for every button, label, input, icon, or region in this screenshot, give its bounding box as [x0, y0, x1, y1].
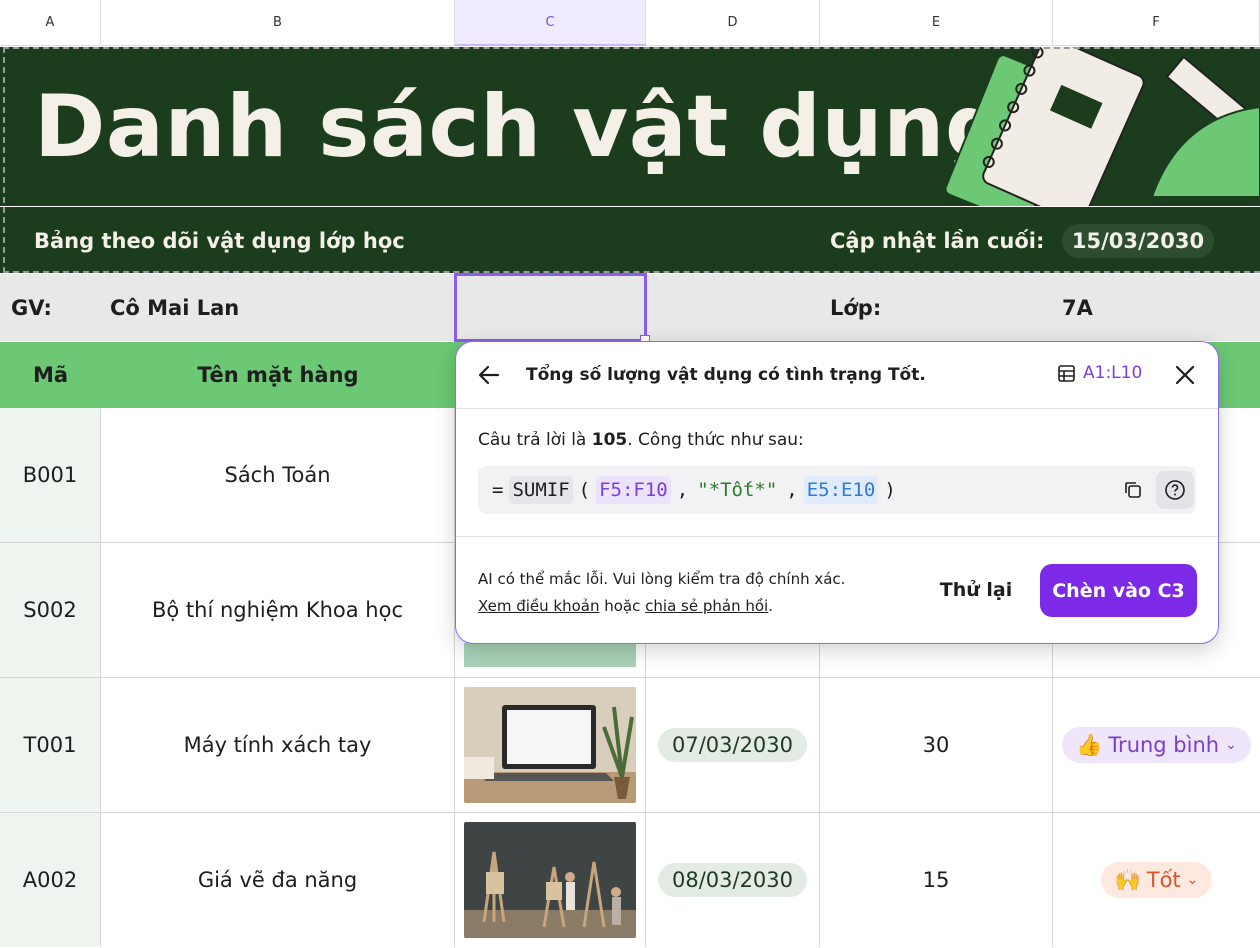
- cell-code[interactable]: T001: [0, 678, 101, 812]
- cell-code[interactable]: B001: [0, 408, 101, 542]
- raised-hands-icon: 🙌: [1114, 867, 1141, 892]
- teacher-name[interactable]: Cô Mai Lan: [110, 296, 239, 320]
- back-arrow-icon[interactable]: [476, 362, 502, 388]
- title-banner[interactable]: Danh sách vật dụng: [0, 47, 1260, 206]
- sheet-title: Danh sách vật dụng: [34, 77, 1007, 177]
- popover-divider: [456, 536, 1218, 537]
- chevron-down-icon: ⌄: [1186, 872, 1199, 888]
- formula-function: SUMIF: [509, 476, 573, 504]
- or-text: hoặc: [599, 597, 646, 615]
- status-label: Tốt: [1146, 868, 1181, 892]
- status-dropdown[interactable]: 👍 Trung bình ⌄: [1062, 727, 1251, 763]
- class-value[interactable]: 7A: [1062, 296, 1093, 320]
- cell-item-name[interactable]: Bộ thí nghiệm Khoa học: [101, 543, 455, 677]
- cell-code[interactable]: A002: [0, 813, 101, 947]
- chevron-down-icon: ⌄: [1225, 737, 1237, 753]
- cell-date[interactable]: 08/03/2030: [646, 813, 820, 947]
- thumbs-up-icon: 👍: [1076, 732, 1103, 757]
- help-circle-icon: [1165, 480, 1185, 500]
- cell-image[interactable]: [455, 678, 646, 812]
- selected-cell-c3[interactable]: [454, 273, 647, 342]
- formula-sum-range-arg: E5:E10: [803, 476, 879, 504]
- formula-comma: ,: [786, 479, 798, 501]
- header-code[interactable]: Mã: [0, 342, 101, 408]
- disclaimer-links: Xem điều khoản hoặc chia sẻ phản hồi.: [478, 593, 845, 620]
- formula-comma: ,: [676, 479, 689, 501]
- last-updated-label: Cập nhật lần cuối:: [830, 229, 1045, 253]
- retry-button[interactable]: Thử lại: [934, 564, 1018, 616]
- formula-equals: =: [492, 479, 504, 501]
- column-header-d[interactable]: D: [646, 0, 820, 46]
- class-label: Lớp:: [830, 296, 882, 320]
- table-row: T001 Máy tính xách tay 07/03/2030 30 👍 T…: [0, 678, 1260, 813]
- popover-header: Tổng số lượng vật dụng có tình trạng Tốt…: [456, 342, 1218, 409]
- terms-link[interactable]: Xem điều khoản: [478, 597, 599, 615]
- range-selector[interactable]: A1:L10: [1058, 363, 1142, 383]
- cell-item-name[interactable]: Giá vẽ đa năng: [101, 813, 455, 947]
- cell-quantity[interactable]: 30: [820, 678, 1053, 812]
- spreadsheet: A B C D E F Danh sách vật dụng Bảng theo…: [0, 0, 1260, 948]
- close-icon[interactable]: [1172, 362, 1198, 388]
- science-kit-image: [464, 643, 636, 667]
- subtitle-bar: Bảng theo dõi vật dụng lớp học Cập nhật …: [0, 207, 1260, 273]
- cell-status[interactable]: 🙌 Tốt ⌄: [1053, 813, 1260, 947]
- column-header-e[interactable]: E: [820, 0, 1053, 46]
- formula-open-paren: (: [578, 479, 591, 501]
- teacher-label: GV:: [11, 296, 52, 320]
- sheet-subtitle: Bảng theo dõi vật dụng lớp học: [34, 229, 405, 253]
- notebook-ruler-illustration: [944, 47, 1260, 206]
- cell-date[interactable]: 07/03/2030: [646, 678, 820, 812]
- table-grid-icon: [1058, 364, 1075, 382]
- cell-item-name[interactable]: Máy tính xách tay: [101, 678, 455, 812]
- cell-item-name[interactable]: Sách Toán: [101, 408, 455, 542]
- last-updated-date[interactable]: 15/03/2030: [1062, 224, 1214, 258]
- ai-disclaimer: AI có thể mắc lỗi. Vui lòng kiểm tra độ …: [478, 566, 845, 620]
- insert-button[interactable]: Chèn vào C3: [1040, 564, 1197, 617]
- formula-criteria-arg: "*Tốt*": [697, 479, 778, 501]
- table-row: A002 Giá vẽ đa năng 08/03/2030 15 🙌 Tốt …: [0, 813, 1260, 948]
- column-header-f[interactable]: F: [1053, 0, 1260, 46]
- formula-close-paren: ): [884, 479, 896, 501]
- period-text: .: [768, 597, 773, 615]
- column-header-b[interactable]: B: [101, 0, 455, 46]
- help-button[interactable]: [1156, 471, 1194, 509]
- ai-formula-popover: Tổng số lượng vật dụng có tình trạng Tốt…: [455, 341, 1219, 644]
- status-dropdown[interactable]: 🙌 Tốt ⌄: [1100, 862, 1213, 898]
- cell-status[interactable]: 👍 Trung bình ⌄: [1053, 678, 1260, 812]
- feedback-link[interactable]: chia sẻ phản hồi: [645, 597, 768, 615]
- cell-quantity[interactable]: 15: [820, 813, 1053, 947]
- status-label: Trung bình: [1108, 733, 1220, 757]
- answer-value: 105: [591, 430, 628, 450]
- range-label: A1:L10: [1083, 363, 1143, 383]
- popover-title: Tổng số lượng vật dụng có tình trạng Tốt…: [526, 365, 926, 385]
- copy-icon[interactable]: [1122, 479, 1144, 501]
- formula-text: = SUMIF ( F5:F10 , "*Tốt*" , E5:E10 ): [492, 466, 896, 514]
- date-pill: 08/03/2030: [657, 863, 808, 897]
- formula-box: = SUMIF ( F5:F10 , "*Tốt*" , E5:E10 ): [478, 466, 1196, 514]
- column-header-a[interactable]: A: [0, 0, 101, 46]
- disclaimer-text: AI có thể mắc lỗi. Vui lòng kiểm tra độ …: [478, 570, 846, 588]
- laptop-image: [464, 687, 636, 803]
- answer-prefix: Câu trả lời là: [478, 430, 592, 450]
- easel-image: [464, 822, 636, 938]
- formula-range-arg: F5:F10: [596, 476, 671, 504]
- cell-code[interactable]: S002: [0, 543, 101, 677]
- answer-suffix: . Công thức như sau:: [627, 430, 804, 450]
- answer-text: Câu trả lời là 105. Công thức như sau:: [478, 430, 804, 450]
- cell-image[interactable]: [455, 813, 646, 947]
- date-pill: 07/03/2030: [657, 728, 808, 762]
- header-item-name[interactable]: Tên mặt hàng: [101, 342, 455, 408]
- column-header-c[interactable]: C: [455, 0, 646, 46]
